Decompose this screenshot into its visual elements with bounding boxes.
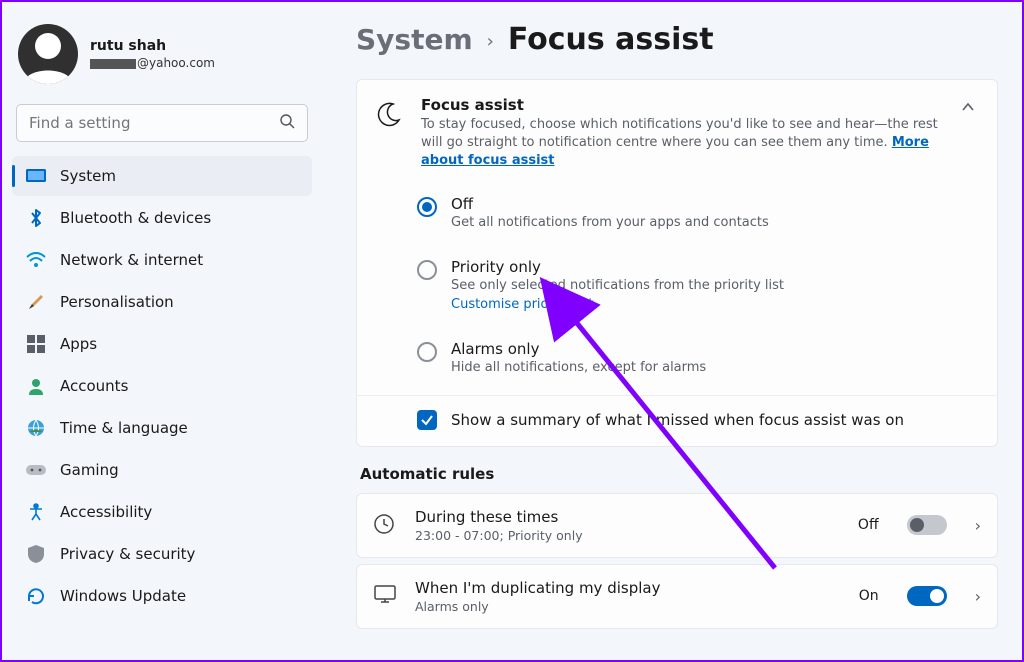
rule-state-label: On bbox=[859, 588, 879, 604]
radio-icon bbox=[417, 342, 437, 362]
rule-during-these-times[interactable]: During these times 23:00 - 07:00; Priori… bbox=[356, 493, 998, 558]
sidebar-item-personalisation[interactable]: Personalisation bbox=[12, 282, 312, 322]
radio-option-priority-only[interactable]: Priority only See only selected notifica… bbox=[417, 248, 979, 316]
profile-block[interactable]: rutu shah @yahoo.com bbox=[12, 14, 312, 98]
collapse-button[interactable] bbox=[957, 96, 979, 122]
shield-icon bbox=[26, 544, 46, 564]
chevron-right-icon: › bbox=[487, 31, 494, 52]
focus-assist-desc: To stay focused, choose which notificati… bbox=[421, 116, 939, 171]
paintbrush-icon bbox=[26, 292, 46, 312]
profile-name: rutu shah bbox=[90, 38, 215, 54]
sidebar-item-label: Accounts bbox=[60, 377, 128, 395]
sidebar-item-label: Personalisation bbox=[60, 293, 174, 311]
page-title: Focus assist bbox=[508, 22, 714, 57]
update-icon bbox=[26, 586, 46, 606]
rule-toggle[interactable] bbox=[907, 586, 947, 606]
chevron-right-icon: › bbox=[975, 516, 981, 535]
rule-toggle[interactable] bbox=[907, 515, 947, 535]
globe-icon bbox=[26, 418, 46, 438]
avatar bbox=[18, 24, 78, 84]
breadcrumb-parent[interactable]: System bbox=[356, 23, 473, 56]
rule-duplicating-display[interactable]: When I'm duplicating my display Alarms o… bbox=[356, 564, 998, 629]
apps-icon bbox=[26, 334, 46, 354]
sidebar-item-label: Accessibility bbox=[60, 503, 152, 521]
radio-icon bbox=[417, 197, 437, 217]
sidebar-item-gaming[interactable]: Gaming bbox=[12, 450, 312, 490]
profile-email: @yahoo.com bbox=[90, 56, 215, 70]
sidebar-item-label: Gaming bbox=[60, 461, 119, 479]
sidebar-item-accounts[interactable]: Accounts bbox=[12, 366, 312, 406]
sidebar-item-label: Apps bbox=[60, 335, 97, 353]
search-input[interactable] bbox=[16, 104, 308, 142]
bluetooth-icon bbox=[26, 208, 46, 228]
accessibility-icon bbox=[26, 502, 46, 522]
sidebar-item-bluetooth[interactable]: Bluetooth & devices bbox=[12, 198, 312, 238]
radio-option-alarms-only[interactable]: Alarms only Hide all notifications, exce… bbox=[417, 330, 979, 379]
sidebar-item-label: Time & language bbox=[60, 419, 188, 437]
sidebar-item-label: System bbox=[60, 167, 116, 185]
search-icon bbox=[279, 113, 295, 133]
monitor-icon bbox=[373, 584, 397, 608]
clock-icon bbox=[373, 513, 397, 537]
radio-icon bbox=[417, 260, 437, 280]
sidebar-item-apps[interactable]: Apps bbox=[12, 324, 312, 364]
automatic-rules-heading: Automatic rules bbox=[360, 465, 998, 483]
sidebar-item-system[interactable]: System bbox=[12, 156, 312, 196]
sidebar-item-label: Privacy & security bbox=[60, 545, 195, 563]
sidebar-item-label: Bluetooth & devices bbox=[60, 209, 211, 227]
chevron-right-icon: › bbox=[975, 587, 981, 606]
breadcrumb: System › Focus assist bbox=[356, 22, 998, 57]
sidebar-item-accessibility[interactable]: Accessibility bbox=[12, 492, 312, 532]
sidebar-item-network[interactable]: Network & internet bbox=[12, 240, 312, 280]
radio-option-off[interactable]: Off Get all notifications from your apps… bbox=[417, 185, 979, 234]
moon-icon bbox=[375, 102, 403, 130]
sidebar-item-label: Windows Update bbox=[60, 587, 186, 605]
customise-priority-list-link[interactable]: Customise priority list bbox=[451, 297, 593, 312]
sidebar-item-windows-update[interactable]: Windows Update bbox=[12, 576, 312, 616]
wifi-icon bbox=[26, 250, 46, 270]
focus-assist-card: Focus assist To stay focused, choose whi… bbox=[356, 79, 998, 447]
focus-assist-title: Focus assist bbox=[421, 96, 939, 114]
sidebar-item-label: Network & internet bbox=[60, 251, 203, 269]
sidebar-item-time-language[interactable]: Time & language bbox=[12, 408, 312, 448]
gamepad-icon bbox=[26, 460, 46, 480]
rule-state-label: Off bbox=[858, 517, 879, 533]
sidebar-item-privacy[interactable]: Privacy & security bbox=[12, 534, 312, 574]
person-icon bbox=[26, 376, 46, 396]
summary-checkbox[interactable] bbox=[417, 410, 437, 430]
system-icon bbox=[26, 166, 46, 186]
summary-label: Show a summary of what I missed when foc… bbox=[451, 411, 904, 429]
